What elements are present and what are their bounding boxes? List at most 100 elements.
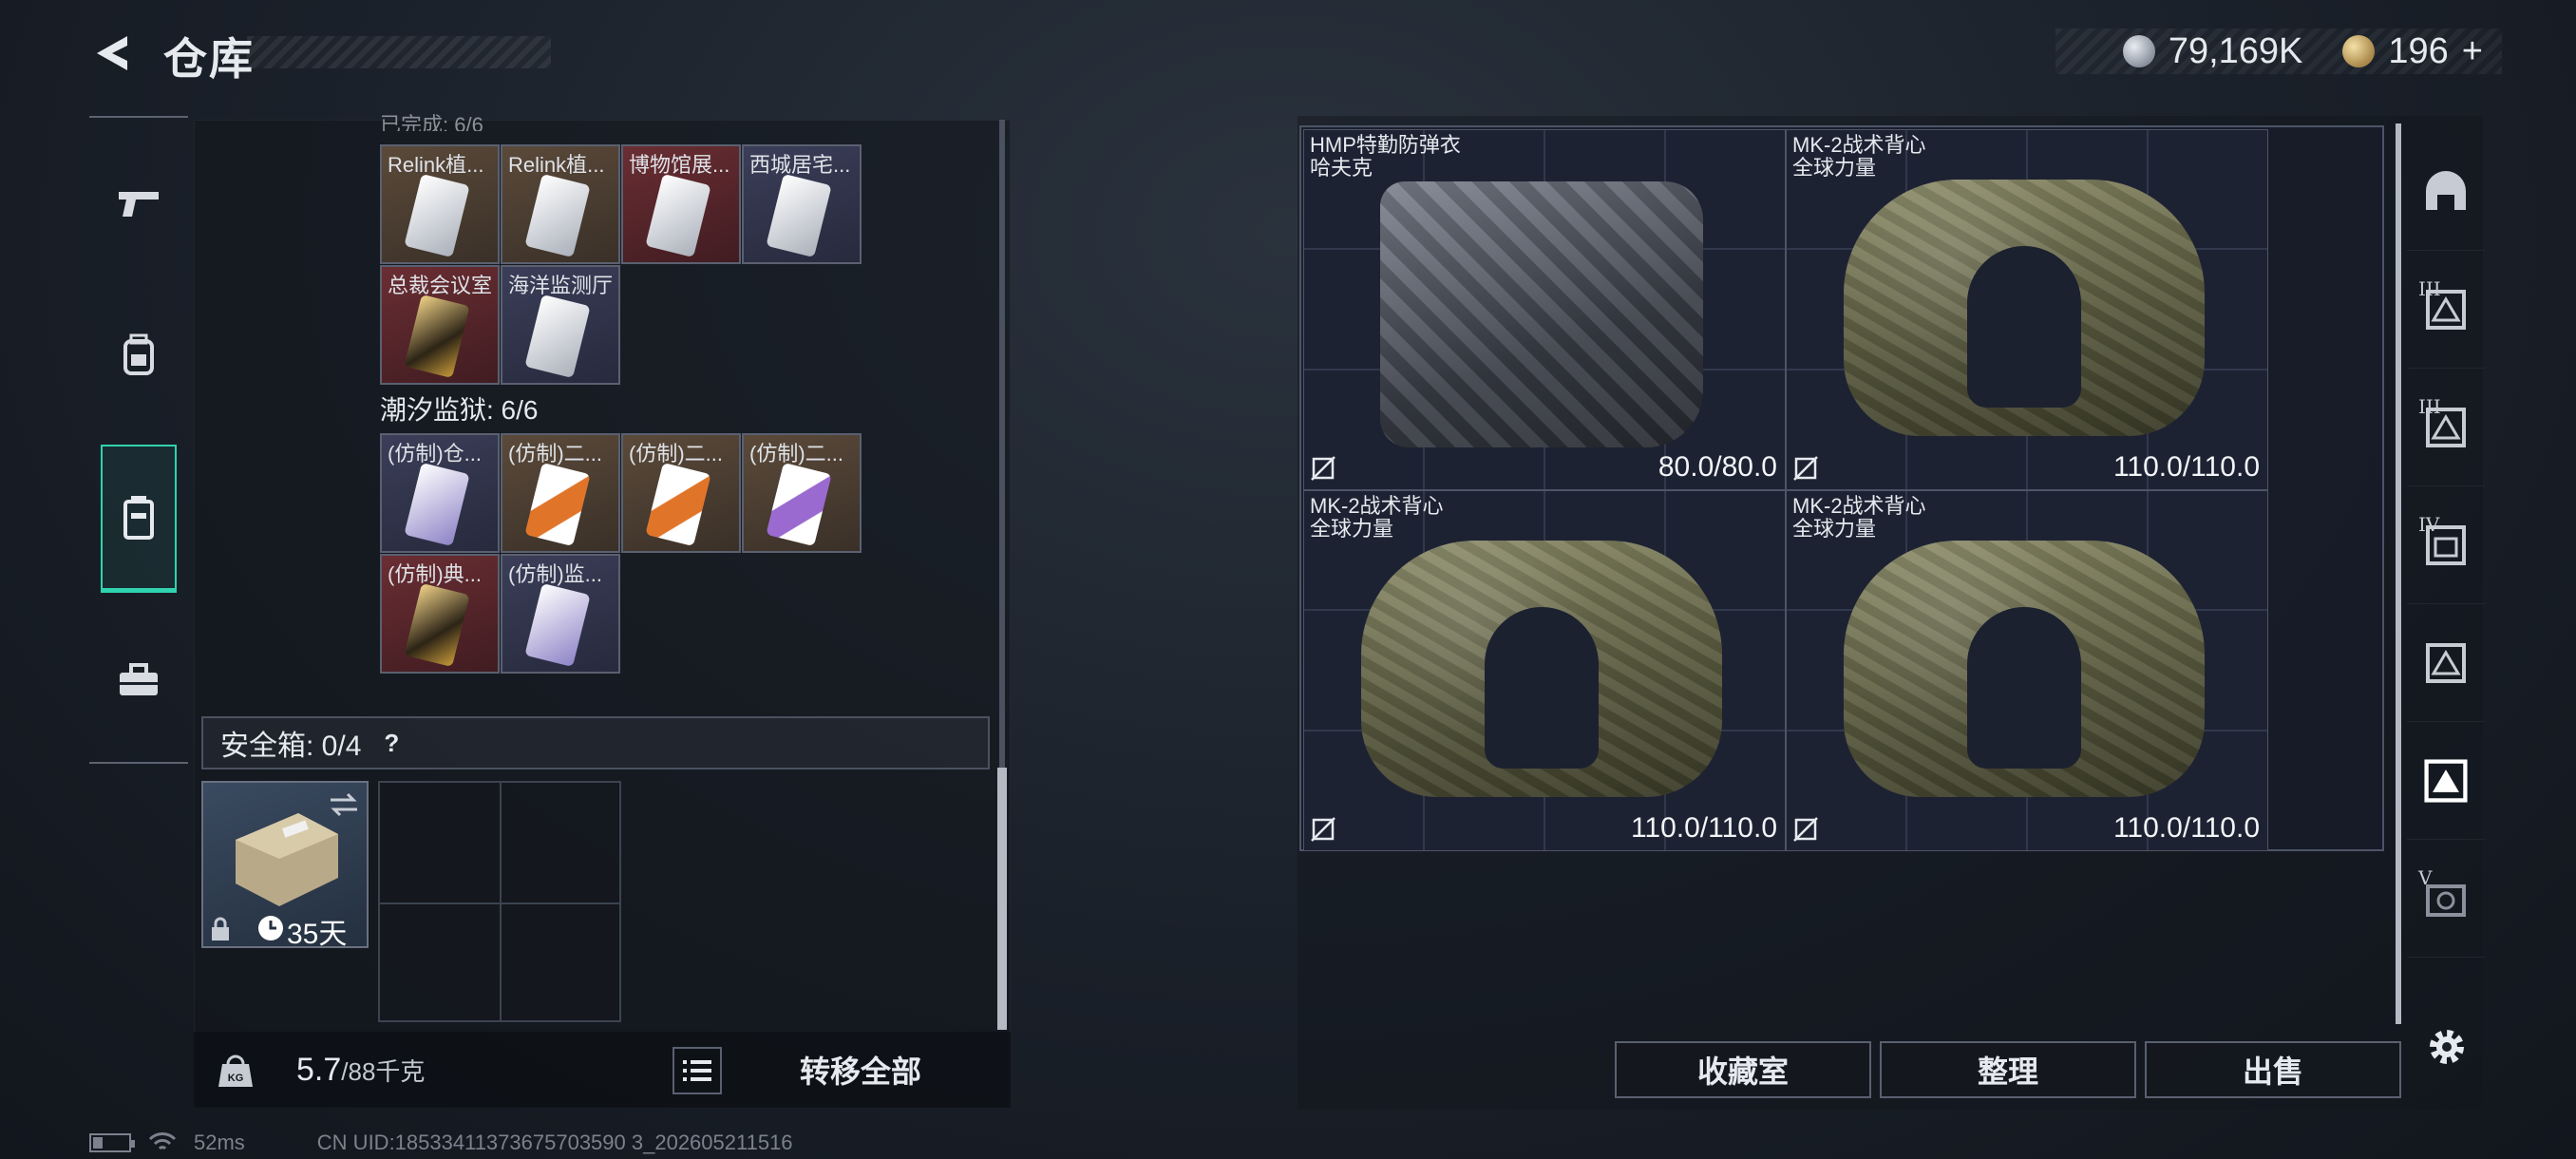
keycard-icon (524, 294, 591, 379)
tab-storage-active[interactable] (2407, 722, 2485, 840)
keycard-icon (766, 462, 832, 547)
keycard-icon (524, 173, 591, 258)
keycard-icon (524, 462, 591, 547)
keycard-item[interactable]: 海洋监测厅 (501, 265, 620, 385)
backpack-icon (123, 333, 154, 375)
tab-storage-v[interactable]: V (2407, 840, 2485, 958)
clock-icon (258, 916, 283, 940)
nav-weapons[interactable] (101, 165, 177, 241)
add-currency-button[interactable]: + (2462, 31, 2483, 72)
durability-value: 110.0/110.0 (1630, 812, 1777, 844)
item-name: HMP特勤防弹衣 哈夫克 (1310, 133, 1461, 180)
keycard-item[interactable]: (仿制)二... (621, 433, 741, 553)
title-decoration (247, 36, 551, 68)
safe-box-label: 安全箱: 0/4 (220, 731, 362, 762)
nav-containers[interactable] (101, 445, 177, 593)
tab-helmet-storage[interactable] (2407, 133, 2485, 251)
sell-button[interactable]: 出售 (2145, 1041, 2401, 1098)
storage-scrollbar[interactable] (2396, 124, 2401, 1024)
transfer-all-button[interactable]: 转移全部 (731, 1041, 990, 1098)
tab-storage-iii-b[interactable]: III (2407, 369, 2485, 486)
tab-storage-iv[interactable]: IV (2407, 486, 2485, 604)
item-tile[interactable]: MK-2战术背心 全球力量 110.0/110.0 (1786, 129, 2268, 490)
keycard-item[interactable]: 总裁会议室 (380, 265, 500, 385)
keycard-icon (404, 582, 470, 668)
left-category-nav (89, 116, 188, 764)
keycard-label: 海洋监测厅 (508, 274, 614, 297)
page-title: 仓库 (163, 34, 255, 84)
nav-toolbox[interactable] (101, 642, 177, 718)
weight-value: 5.7 (296, 1051, 342, 1088)
keycard-item[interactable]: (仿制)仓... (380, 433, 500, 553)
sort-button[interactable]: 整理 (1880, 1041, 2136, 1098)
list-icon (683, 1060, 711, 1081)
durability-value: 110.0/110.0 (2112, 812, 2260, 844)
keycard-icon (404, 294, 470, 379)
weight-max: /88千克 (341, 1056, 426, 1086)
keycard-icon (404, 173, 470, 258)
item-tile[interactable]: HMP特勤防弹衣 哈夫克 80.0/80.0 (1303, 129, 1786, 490)
weight-readout: 5.7/88千克 (296, 1052, 425, 1089)
svg-text:KG: KG (228, 1073, 244, 1084)
item-tile[interactable]: MK-2战术背心 全球力量 110.0/110.0 (1303, 490, 1786, 851)
silver-currency-value: 79,169K (2168, 30, 2303, 71)
keycard-label: 博物馆展... (629, 153, 730, 177)
nav-gear[interactable] (101, 317, 177, 393)
inventory-footer: KG 5.7/88千克 转移全部 (194, 1032, 1011, 1108)
pistol-icon (119, 192, 159, 217)
keycard-item[interactable]: (仿制)典... (380, 554, 500, 674)
keycard-item[interactable]: (仿制)监... (501, 554, 620, 674)
container-icon (123, 496, 154, 540)
item-tile[interactable]: MK-2战术背心 全球力量 110.0/110.0 (1786, 490, 2268, 851)
item-name: MK-2战术背心 全球力量 (1792, 133, 1926, 180)
tab-storage-iii-a[interactable]: III (2407, 251, 2485, 369)
armor-vest-image (1844, 180, 2205, 436)
collection-room-button[interactable]: 收藏室 (1615, 1041, 1871, 1098)
list-view-button[interactable] (672, 1047, 722, 1094)
keycard-label: (仿制)监... (508, 562, 602, 586)
keycard-item[interactable]: 博物馆展... (621, 144, 741, 264)
vault-icon (2424, 758, 2468, 803)
keycard-item[interactable]: (仿制)二... (501, 433, 620, 553)
no-insure-icon (1311, 817, 1335, 842)
help-button[interactable]: ? (374, 726, 408, 760)
safe-timer: 35天 (287, 919, 348, 950)
keycard-icon (404, 462, 470, 547)
safe-box-item[interactable]: 35天 (201, 781, 369, 950)
no-insure-icon (1793, 817, 1818, 842)
back-button[interactable] (84, 27, 141, 80)
lock-icon (212, 917, 229, 940)
settings-button[interactable] (2422, 1022, 2472, 1072)
keycard-icon (766, 173, 832, 258)
keycard-item[interactable]: Relink植... (501, 144, 620, 264)
wifi-icon (148, 1132, 177, 1150)
silver-coin-icon (2122, 35, 2155, 67)
currency-bar: 79,169K 196 + (2055, 28, 2502, 74)
inventory-scroll-thumb[interactable] (997, 768, 1007, 1030)
keycard-item[interactable]: (仿制)二... (742, 433, 862, 553)
gold-currency-value: 196 (2388, 30, 2449, 71)
durability-value: 80.0/80.0 (1657, 451, 1777, 483)
safe-box-slots[interactable] (378, 781, 621, 1022)
battery-icon (89, 1133, 135, 1152)
keycard-item[interactable]: Relink植... (380, 144, 500, 264)
armor-vest-image (1361, 541, 1722, 797)
no-insure-icon (1311, 456, 1335, 481)
safe-box-header: 安全箱: 0/4 ? (201, 716, 990, 770)
weight-icon: KG (215, 1049, 256, 1091)
keycard-icon (524, 582, 591, 668)
tab-storage-5[interactable] (2407, 604, 2485, 722)
system-status-bar: 52ms CN UID:18533411373675703590 3_20260… (89, 1129, 793, 1157)
helmet-icon (2426, 170, 2466, 210)
keycard-icon (645, 462, 711, 547)
item-name: MK-2战术背心 全球力量 (1792, 494, 1926, 541)
storage-grid: HMP特勤防弹衣 哈夫克 80.0/80.0 MK-2战术背心 全球力量 110.0… (1299, 125, 2384, 851)
keycard-label: (仿制)二... (629, 442, 723, 466)
section-title-tidal-prison: 潮汐监狱: 6/6 (380, 395, 539, 425)
armor-vest-image (1380, 181, 1703, 447)
vault-icon (2426, 642, 2466, 683)
keycard-item[interactable]: 西城居宅... (742, 144, 862, 264)
toolbox-icon (120, 663, 158, 695)
no-insure-icon (1793, 456, 1818, 481)
keycard-label: Relink植... (388, 153, 484, 177)
